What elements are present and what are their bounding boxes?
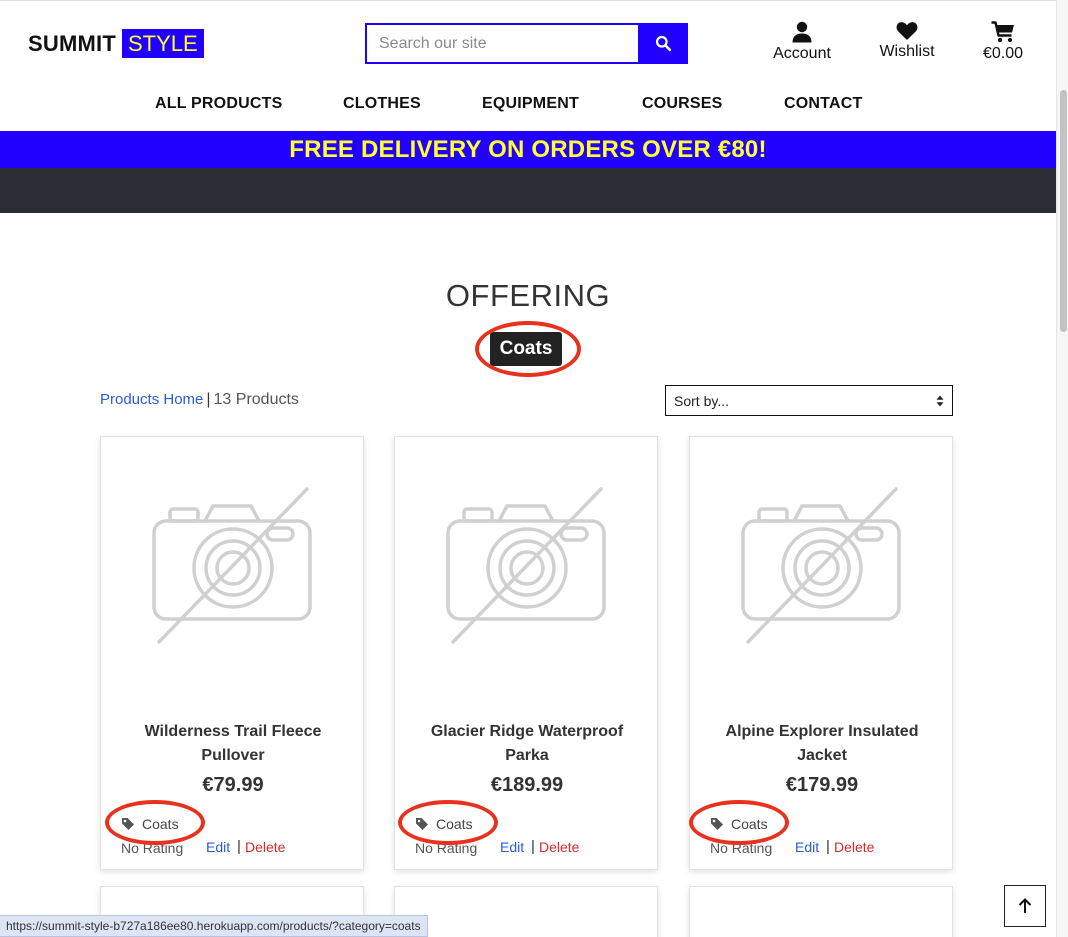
no-image-camera-icon (741, 487, 901, 644)
product-card[interactable]: Glacier Ridge Waterproof Parka €189.99 C… (394, 436, 658, 870)
product-count-bar: Products Home | 13 Products (100, 391, 299, 409)
product-category-label: Coats (142, 816, 179, 832)
nav-item-all-products[interactable]: ALL PRODUCTS (155, 95, 282, 113)
product-name[interactable]: Glacier Ridge Waterproof Parka (415, 720, 639, 768)
no-image-camera-icon (152, 487, 312, 644)
page-scrollbar[interactable] (1056, 0, 1068, 937)
product-name[interactable]: Alpine Explorer Insulated Jacket (710, 720, 934, 768)
products-home-link[interactable]: Products Home (100, 391, 203, 408)
heart-icon (896, 22, 918, 40)
nav-item-courses[interactable]: COURSES (642, 95, 723, 113)
edit-link[interactable]: Edit (206, 839, 230, 855)
sort-selected-value: Sort by... (674, 392, 729, 409)
arrow-up-icon (1018, 898, 1032, 913)
wishlist-link[interactable]: Wishlist (876, 21, 938, 61)
search-icon (655, 35, 671, 52)
nav-item-equipment[interactable]: EQUIPMENT (482, 95, 579, 113)
nav-item-clothes[interactable]: CLOTHES (343, 95, 421, 113)
delete-link[interactable]: Delete (245, 839, 285, 855)
nav-item-contact[interactable]: CONTACT (784, 95, 862, 113)
product-category-tag[interactable]: Coats (415, 816, 473, 832)
back-to-top-button[interactable] (1004, 885, 1046, 927)
product-name[interactable]: Wilderness Trail Fleece Pullover (121, 720, 345, 768)
product-rating: No Rating (710, 840, 773, 856)
delete-link[interactable]: Delete (834, 839, 874, 855)
delete-link[interactable]: Delete (539, 839, 579, 855)
product-card[interactable]: Alpine Explorer Insulated Jacket €179.99… (689, 436, 953, 870)
edit-link[interactable]: Edit (500, 839, 524, 855)
product-price: €189.99 (490, 774, 564, 796)
product-category-label: Coats (731, 816, 768, 832)
product-count: 13 Products (213, 391, 299, 408)
search-button[interactable] (638, 23, 688, 64)
search-form (365, 23, 688, 64)
product-card[interactable] (689, 886, 953, 937)
dark-divider-bar (0, 168, 1056, 213)
meta-separator: | (206, 391, 211, 408)
product-category-tag[interactable]: Coats (710, 816, 768, 832)
product-category-label: Coats (436, 816, 473, 832)
wishlist-label: Wishlist (879, 43, 935, 60)
edit-delete-separator: | (531, 838, 535, 855)
logo[interactable]: SUMMIT STYLE (28, 29, 204, 58)
select-arrows-icon (936, 395, 944, 406)
product-rating: No Rating (415, 840, 478, 856)
search-input[interactable] (365, 23, 638, 64)
edit-link[interactable]: Edit (795, 839, 819, 855)
product-card[interactable] (394, 886, 658, 937)
product-price: €179.99 (785, 774, 859, 796)
logo-word-summit: SUMMIT (28, 30, 116, 56)
tag-icon (711, 818, 723, 830)
tag-icon (122, 818, 134, 830)
account-link[interactable]: Account (770, 21, 834, 63)
site-header: SUMMIT STYLE Account Wishlist (0, 0, 1056, 131)
no-image-camera-icon (446, 487, 606, 644)
product-rating: No Rating (121, 840, 184, 856)
edit-delete-separator: | (237, 838, 241, 855)
product-category-tag[interactable]: Coats (121, 816, 179, 832)
category-badge[interactable]: Coats (490, 332, 562, 366)
scrollbar-thumb[interactable] (1060, 90, 1067, 332)
user-icon (792, 21, 812, 43)
account-label: Account (773, 45, 831, 62)
status-bar-url: https://summit-style-b727a186ee80.heroku… (0, 915, 428, 937)
edit-delete-separator: | (826, 838, 830, 855)
tag-icon (416, 818, 428, 830)
free-delivery-banner: FREE DELIVERY ON ORDERS OVER €80! (0, 131, 1056, 168)
cart-total: €0.00 (982, 45, 1024, 62)
product-price: €79.99 (202, 774, 264, 796)
sort-select[interactable]: Sort by... (665, 385, 953, 416)
main-nav: ALL PRODUCTS CLOTHES EQUIPMENT COURSES C… (0, 95, 1056, 115)
logo-word-style: STYLE (121, 29, 204, 58)
page: SUMMIT STYLE Account Wishlist (0, 0, 1056, 937)
product-card[interactable]: Wilderness Trail Fleece Pullover €79.99 … (100, 436, 364, 870)
page-title: OFFERING (445, 278, 611, 313)
cart-icon (991, 21, 1014, 43)
cart-link[interactable]: €0.00 (978, 21, 1028, 63)
